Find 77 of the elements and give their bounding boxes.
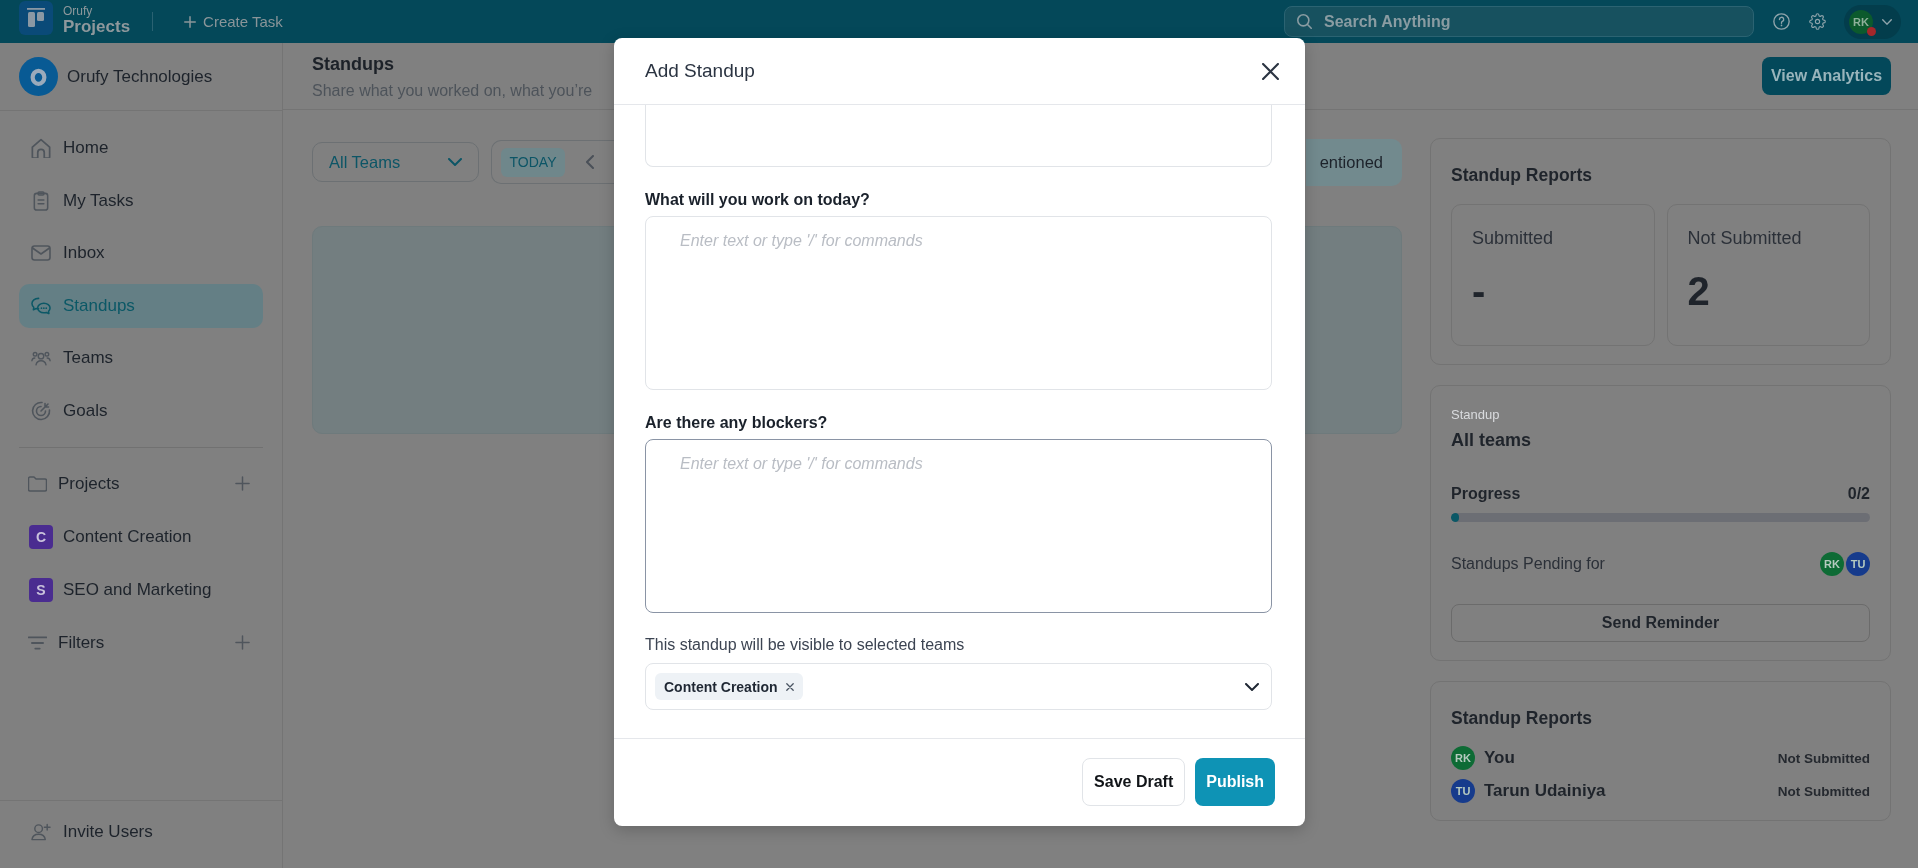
view-analytics-button[interactable]: View Analytics <box>1762 57 1891 95</box>
home-icon <box>31 138 51 158</box>
workspace-name: Orufy Technologies <box>67 66 213 87</box>
user-avatar: TU <box>1846 552 1870 576</box>
field-label: Are there any blockers? <box>645 413 828 433</box>
help-icon[interactable] <box>1773 13 1790 30</box>
card-title: Standup Reports <box>1451 707 1593 729</box>
app-logo-icon[interactable] <box>19 1 53 35</box>
nav-item[interactable]: My Tasks <box>19 178 263 223</box>
nav-item[interactable]: Goals <box>19 388 263 433</box>
stat-value: 2 <box>1687 269 1710 313</box>
project-avatar: S <box>29 577 53 602</box>
page-title: Standups <box>312 53 395 75</box>
stat-label: Submitted <box>1472 227 1554 249</box>
app-label: Orufy <box>63 5 94 17</box>
user-avatar: RK <box>1451 746 1475 770</box>
publish-button[interactable]: Publish <box>1195 758 1275 806</box>
today-button[interactable]: TODAY <box>501 147 565 177</box>
submission-status: Not Submitted <box>1777 750 1870 766</box>
member-name: Tarun Udainiya <box>1484 781 1606 801</box>
close-icon[interactable] <box>1262 62 1279 80</box>
chat-bubbles-icon <box>31 295 51 316</box>
field-label: What will you work on today? <box>645 190 870 210</box>
input-field[interactable] <box>645 105 1272 167</box>
project-item[interactable]: S SEO and Marketing <box>19 567 263 612</box>
clipboard-icon <box>31 190 51 211</box>
progress-reading: 0/2 <box>1847 484 1870 504</box>
section-title: Projects <box>58 473 120 494</box>
folder-icon <box>28 475 47 492</box>
user-avatar: RK <box>1849 9 1873 34</box>
team-tag[interactable]: Content Creation <box>655 673 803 700</box>
user-menu-button[interactable]: RK <box>1844 4 1901 39</box>
nav-item[interactable]: Inbox <box>19 231 263 275</box>
card-title: Standup Reports <box>1451 164 1593 186</box>
date-navigator[interactable]: TODAY <box>491 140 614 184</box>
modal-title: Add Standup <box>645 60 755 82</box>
target-icon <box>31 400 51 421</box>
app-name: Projects <box>63 18 131 35</box>
pending-label: Standups Pending for <box>1451 555 1605 573</box>
card-caption: Standup <box>1451 407 1500 423</box>
invite-users-link[interactable]: Invite Users <box>19 810 263 854</box>
team-select-field[interactable]: Content Creation <box>645 663 1272 710</box>
chevron-down-icon[interactable] <box>1245 682 1259 691</box>
filter-tab[interactable]: entioned <box>1306 138 1402 186</box>
section-title: Filters <box>58 632 105 653</box>
nav-item[interactable]: Teams <box>19 336 263 380</box>
envelope-icon <box>31 243 51 263</box>
save-draft-button[interactable]: Save Draft <box>1082 758 1186 806</box>
text-input-field[interactable]: Enter text or type '/' for commands <box>645 439 1272 613</box>
project-avatar: C <box>29 524 53 549</box>
plus-icon <box>184 15 197 28</box>
team-filter-dropdown[interactable]: All Teams <box>312 142 479 182</box>
org-logo-icon[interactable] <box>19 57 58 96</box>
create-task-button[interactable]: Create Task <box>184 13 283 30</box>
project-item[interactable]: C Content Creation <box>19 514 263 559</box>
remove-icon[interactable] <box>785 682 794 691</box>
filter-icon <box>28 634 47 651</box>
plus-icon[interactable] <box>235 635 250 650</box>
card-title: All teams <box>1451 429 1532 451</box>
stat-value: - <box>1472 269 1486 313</box>
chevron-left-icon[interactable] <box>586 155 594 169</box>
user-plus-icon <box>31 822 51 842</box>
user-avatar: TU <box>1451 779 1475 803</box>
plus-icon[interactable] <box>235 476 250 491</box>
member-name: You <box>1484 748 1515 768</box>
settings-icon[interactable] <box>1809 13 1826 30</box>
progress-label: Progress <box>1451 484 1521 504</box>
chevron-down-icon <box>448 158 462 166</box>
nav-item[interactable]: Home <box>19 126 263 170</box>
field-label: This standup will be visible to selected teams <box>645 635 965 655</box>
submission-status: Not Submitted <box>1777 783 1870 799</box>
stat-label: Not Submitted <box>1687 227 1802 249</box>
search-icon <box>1297 14 1312 29</box>
send-reminder-button[interactable]: Send Reminder <box>1451 604 1870 642</box>
caret-icon <box>1882 18 1892 25</box>
user-avatar: RK <box>1820 552 1844 576</box>
search-field[interactable]: Search Anything <box>1284 6 1754 37</box>
